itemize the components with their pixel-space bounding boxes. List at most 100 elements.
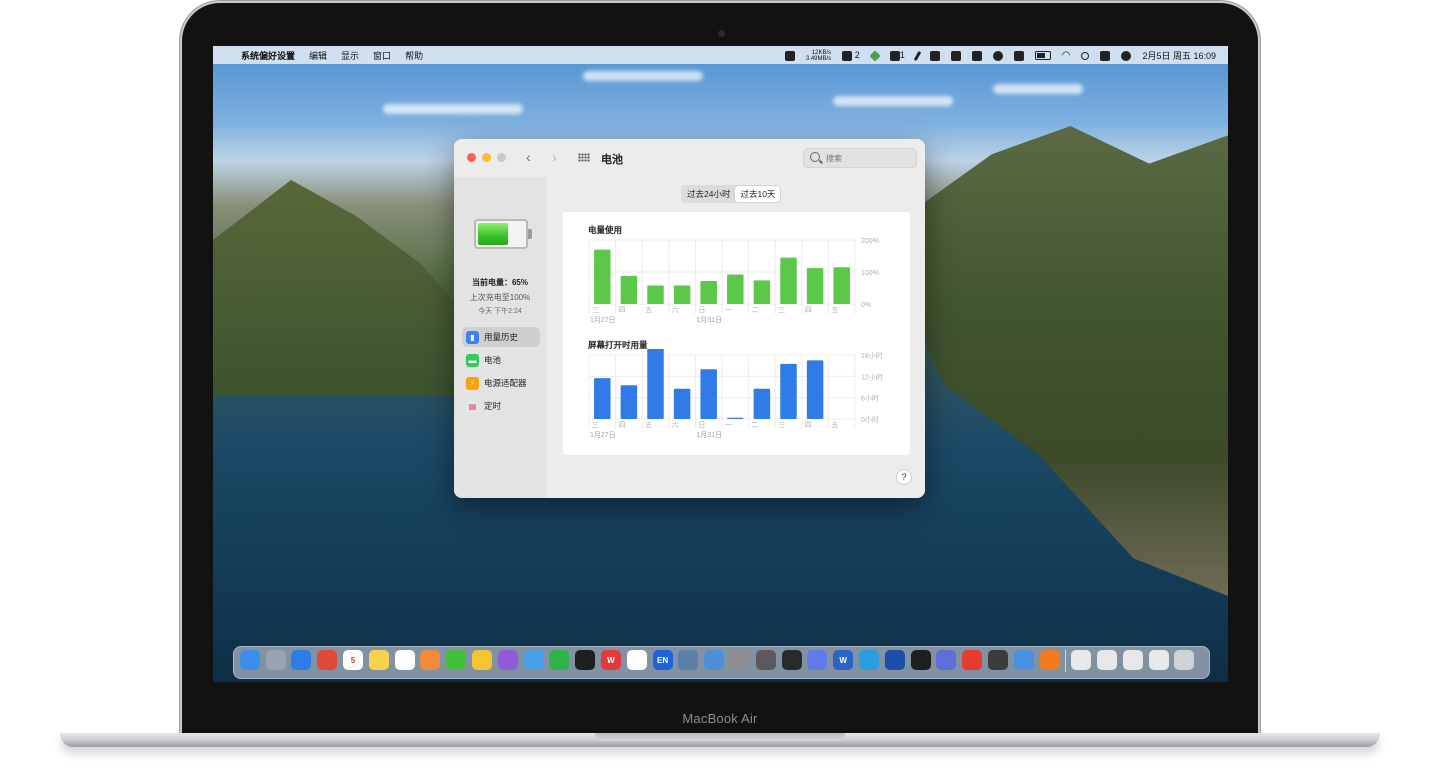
- show-all-grid-icon[interactable]: [578, 153, 590, 162]
- tray-icon[interactable]: [929, 50, 940, 61]
- pen-icon[interactable]: [913, 50, 922, 61]
- quicktime-icon[interactable]: [884, 650, 905, 670]
- chart-bar: [673, 388, 691, 419]
- cat-icon[interactable]: [784, 50, 795, 61]
- folder-docs-icon[interactable]: [1122, 650, 1143, 670]
- wechat-status[interactable]: 2: [842, 50, 860, 61]
- x-tick-label: 日: [698, 421, 705, 429]
- main-pane: 过去24小时 过去10天 电量使用 200% 100% 0% 三四五六日一二三四五 1月…: [546, 177, 925, 498]
- tapd-icon[interactable]: [807, 650, 828, 670]
- x-tick-label: 一: [725, 307, 732, 314]
- gesture-icon[interactable]: [962, 650, 983, 670]
- x-tick-label: 三: [592, 306, 599, 314]
- menu-window[interactable]: 窗口: [373, 49, 391, 62]
- word-icon[interactable]: W: [833, 650, 854, 670]
- range-segmented-control: 过去24小时 过去10天: [681, 185, 782, 203]
- safari-icon[interactable]: [291, 650, 312, 670]
- network-speed[interactable]: 12KB/s 3.49MB/s: [806, 50, 831, 62]
- sidebar-item-3[interactable]: ▤ 定时: [462, 396, 540, 416]
- control-center-icon[interactable]: [1100, 50, 1111, 61]
- qq-status[interactable]: 1: [889, 50, 905, 61]
- chart-bar: [833, 267, 850, 304]
- x-tick-label: 二: [752, 422, 759, 429]
- range-24h[interactable]: 过去24小时: [682, 186, 735, 202]
- network-icon[interactable]: [678, 650, 699, 670]
- wechat-icon[interactable]: [446, 650, 467, 670]
- calendar-icon[interactable]: 5: [342, 650, 363, 670]
- sidebar-item-2[interactable]: ⚡ 电源适配器: [462, 373, 540, 393]
- gear-icon[interactable]: [992, 50, 1003, 61]
- range-10d[interactable]: 过去10天: [735, 186, 781, 202]
- minimize-button[interactable]: [482, 153, 491, 162]
- zoom-button[interactable]: [497, 153, 506, 162]
- x-tick-label: 六: [672, 305, 679, 314]
- nutstore-icon[interactable]: [471, 650, 492, 670]
- reminders-icon[interactable]: [394, 650, 415, 670]
- qq-icon[interactable]: [575, 650, 596, 670]
- chart-bar: [673, 285, 691, 304]
- wifi-icon[interactable]: ◠: [1062, 50, 1071, 61]
- chart-bar: [700, 280, 717, 304]
- pen-icon[interactable]: [987, 650, 1008, 670]
- acrobat-icon[interactable]: [781, 650, 802, 670]
- search-input[interactable]: [824, 151, 913, 166]
- x-tick-label: 四: [805, 306, 812, 314]
- launchpad-icon[interactable]: [265, 650, 286, 670]
- window-titlebar: ‹ › 电池: [454, 139, 925, 177]
- x-tick-label: 五: [831, 421, 838, 429]
- battery-status-icon[interactable]: [1034, 51, 1051, 60]
- chrome-icon[interactable]: [317, 650, 338, 670]
- firefox-icon[interactable]: [1039, 650, 1060, 670]
- soccer-icon[interactable]: [626, 650, 647, 670]
- books-icon[interactable]: [936, 650, 957, 670]
- aliwangwang-icon[interactable]: [858, 650, 879, 670]
- y-tick-label: 0小时: [861, 415, 879, 424]
- sidebar-item-0[interactable]: ▮ 用量历史: [462, 327, 540, 347]
- sidebar-item-label: 用量历史: [484, 332, 519, 342]
- laptop-notch: [595, 733, 845, 741]
- menu-app-name[interactable]: 系统偏好设置: [241, 49, 295, 62]
- device-label: MacBook Air: [682, 711, 758, 726]
- weibo-icon[interactable]: [704, 650, 725, 670]
- siri-icon[interactable]: [1121, 50, 1132, 61]
- forward-button[interactable]: ›: [552, 149, 557, 165]
- evernote-icon[interactable]: [549, 650, 570, 670]
- menu-datetime[interactable]: 2月5日 周五 16:09: [1142, 49, 1216, 62]
- date-marker-label: 1月27日: [590, 431, 616, 439]
- finder-icon[interactable]: [239, 650, 260, 670]
- keyboard-icon[interactable]: [1013, 50, 1024, 61]
- folder-camera-icon[interactable]: [1071, 650, 1092, 670]
- folder-downloads-icon[interactable]: [1148, 650, 1169, 670]
- trash-icon[interactable]: [1174, 650, 1195, 670]
- terminal-icon[interactable]: [910, 650, 931, 670]
- search-field[interactable]: [803, 148, 917, 168]
- printer-icon[interactable]: [755, 650, 776, 670]
- puzzle-icon[interactable]: [1013, 650, 1034, 670]
- menu-view[interactable]: 显示: [341, 49, 359, 62]
- date-marker-label: 1月27日: [590, 316, 616, 324]
- photos-icon[interactable]: [420, 650, 441, 670]
- back-button[interactable]: ‹: [526, 149, 531, 165]
- wps-icon[interactable]: W: [600, 650, 621, 670]
- pinwheel-icon[interactable]: [497, 650, 518, 670]
- chart-bar: [727, 274, 744, 304]
- spotlight-icon[interactable]: [1081, 51, 1090, 60]
- settings-icon[interactable]: [729, 650, 750, 670]
- y-tick-label: 12小时: [861, 372, 883, 381]
- x-tick-label: 四: [619, 421, 626, 429]
- switch-icon[interactable]: [950, 50, 961, 61]
- help-button[interactable]: ?: [896, 469, 912, 485]
- en-icon[interactable]: EN: [652, 650, 673, 670]
- diamond-icon[interactable]: [869, 49, 881, 62]
- x-tick-label: 五: [831, 306, 838, 314]
- cap-icon[interactable]: [523, 650, 544, 670]
- x-tick-label: 一: [725, 422, 732, 429]
- menu-help[interactable]: 帮助: [405, 49, 423, 62]
- folder-screenshots-icon[interactable]: [1097, 650, 1118, 670]
- menu-edit[interactable]: 编辑: [309, 49, 327, 62]
- notes-icon[interactable]: [368, 650, 389, 670]
- cloud: [993, 84, 1083, 94]
- close-button[interactable]: [467, 153, 476, 162]
- sidebar-item-1[interactable]: ▬ 电池: [462, 350, 540, 370]
- cloud-icon[interactable]: [971, 50, 982, 61]
